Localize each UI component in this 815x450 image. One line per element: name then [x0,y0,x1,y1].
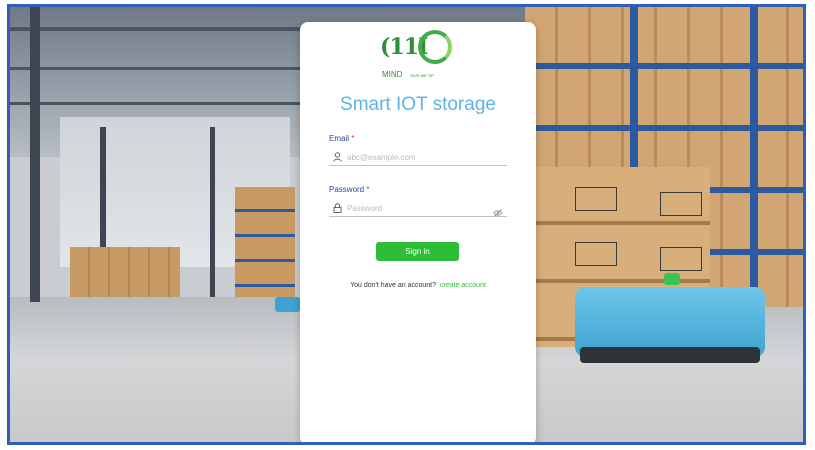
signup-prompt: You don't have an account? create accoun… [300,282,536,289]
stacked-boxes [70,247,180,297]
password-field [329,200,507,217]
box-label [660,247,702,271]
required-mark: * [351,134,355,143]
robot-beacon [664,273,680,285]
logo-ring-icon [418,30,452,64]
signup-prompt-text: You don't have an account? [350,282,437,289]
email-field [329,149,507,166]
robot-small [275,297,300,312]
box-label [660,192,702,216]
logo-name: MIND [382,70,403,79]
page-frame: (11I MIND GIVE ME TIP Smart IOT storage … [7,4,806,445]
sign-in-button[interactable]: Sign in [376,242,459,261]
box-label [575,187,617,211]
eye-off-icon[interactable] [493,203,503,217]
login-card: (11I MIND GIVE ME TIP Smart IOT storage … [300,22,536,442]
page-title: Smart IOT storage [340,94,496,115]
password-label: Password * [329,185,369,194]
shelf-rack [235,187,295,297]
password-label-text: Password [329,185,365,194]
agv-robot-base [580,347,760,363]
lock-icon [333,203,343,213]
password-input[interactable] [347,203,497,213]
logo-tagline: GIVE ME TIP [410,73,434,78]
email-label: Email * [329,134,354,143]
box-label [575,242,617,266]
rack-post [750,7,758,307]
company-logo: (11I MIND GIVE ME TIP [380,30,460,84]
email-label-text: Email [329,134,350,143]
email-input[interactable] [347,152,497,162]
create-account-link[interactable]: create account [440,282,486,289]
pillar [30,7,40,302]
user-icon [333,152,343,162]
required-mark: * [366,185,370,194]
pillar [210,127,215,297]
